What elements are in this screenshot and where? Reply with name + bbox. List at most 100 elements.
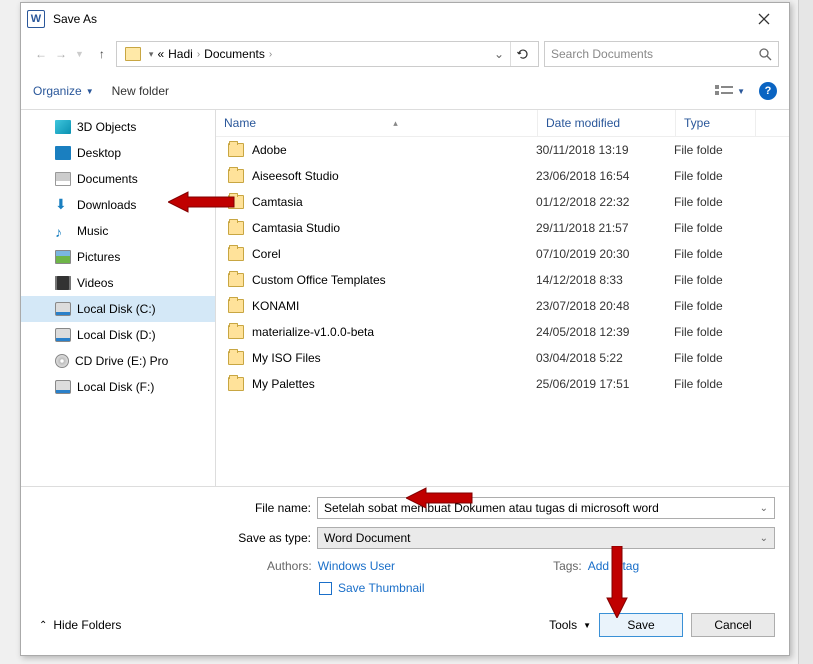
cell-name: Aiseesoft Studio bbox=[252, 169, 536, 183]
savetype-select[interactable]: Word Document ⌄ bbox=[317, 527, 775, 549]
column-header-type[interactable]: Type bbox=[676, 110, 756, 136]
close-button[interactable] bbox=[745, 5, 783, 33]
cell-type: File folde bbox=[674, 377, 754, 391]
new-folder-button[interactable]: New folder bbox=[112, 84, 169, 98]
breadcrumb: « Hadi › Documents › bbox=[157, 47, 487, 61]
authors-label: Authors: bbox=[267, 559, 312, 573]
chevron-down-icon[interactable]: ⌄ bbox=[760, 503, 768, 514]
authors-value[interactable]: Windows User bbox=[318, 559, 395, 573]
sidebar-item[interactable]: CD Drive (E:) Pro bbox=[21, 348, 215, 374]
cell-name: Adobe bbox=[252, 143, 536, 157]
folder-icon bbox=[228, 143, 244, 157]
sidebar-item[interactable]: Downloads bbox=[21, 192, 215, 218]
breadcrumb-bar[interactable]: ▾ « Hadi › Documents › ⌄ bbox=[116, 41, 539, 67]
crumb-documents[interactable]: Documents bbox=[204, 47, 265, 61]
cell-type: File folde bbox=[674, 221, 754, 235]
sidebar-item[interactable]: Videos bbox=[21, 270, 215, 296]
back-button[interactable]: ← bbox=[35, 47, 47, 61]
sidebar-item[interactable]: Music bbox=[21, 218, 215, 244]
table-row[interactable]: My Palettes25/06/2019 17:51File folde bbox=[216, 371, 789, 397]
column-header-date[interactable]: Date modified bbox=[538, 110, 676, 136]
table-row[interactable]: Custom Office Templates14/12/2018 8:33Fi… bbox=[216, 267, 789, 293]
cell-type: File folde bbox=[674, 247, 754, 261]
search-input[interactable]: Search Documents bbox=[544, 41, 779, 67]
cell-type: File folde bbox=[674, 351, 754, 365]
up-button[interactable]: ↑ bbox=[93, 47, 111, 61]
save-as-dialog: W Save As ← → ▼ ↑ ▾ « Hadi › Documents ›… bbox=[20, 2, 790, 656]
folder-icon bbox=[228, 169, 244, 183]
hide-folders-toggle[interactable]: ⌃ Hide Folders bbox=[39, 618, 121, 632]
dialog-title: Save As bbox=[53, 12, 745, 26]
filename-label: File name: bbox=[35, 501, 317, 515]
tools-menu[interactable]: Tools ▼ bbox=[549, 618, 591, 632]
cell-date: 01/12/2018 22:32 bbox=[536, 195, 674, 209]
tags-value[interactable]: Add a tag bbox=[588, 559, 639, 573]
table-row[interactable]: Camtasia01/12/2018 22:32File folde bbox=[216, 189, 789, 215]
cell-date: 25/06/2019 17:51 bbox=[536, 377, 674, 391]
view-mode-button[interactable]: ▼ bbox=[711, 83, 749, 99]
path-dropdown[interactable]: ⌄ bbox=[488, 47, 510, 61]
ico-disk-icon bbox=[55, 328, 71, 342]
sidebar-item[interactable]: Desktop bbox=[21, 140, 215, 166]
save-thumbnail-label[interactable]: Save Thumbnail bbox=[338, 581, 425, 595]
file-list[interactable]: Name ▴ Date modified Type Adobe30/11/201… bbox=[216, 110, 789, 486]
table-row[interactable]: Aiseesoft Studio23/06/2018 16:54File fol… bbox=[216, 163, 789, 189]
filename-input[interactable]: Setelah sobat membuat Dokumen atau tugas… bbox=[317, 497, 775, 519]
help-button[interactable]: ? bbox=[759, 82, 777, 100]
table-row[interactable]: materialize-v1.0.0-beta24/05/2018 12:39F… bbox=[216, 319, 789, 345]
cell-date: 24/05/2018 12:39 bbox=[536, 325, 674, 339]
sidebar-item-label: Local Disk (C:) bbox=[77, 302, 156, 316]
chevron-down-icon: ▼ bbox=[86, 87, 94, 96]
folder-icon bbox=[228, 351, 244, 365]
save-button[interactable]: Save bbox=[599, 613, 683, 637]
chevron-down-icon: ▼ bbox=[737, 87, 745, 96]
crumb-hadi[interactable]: Hadi bbox=[168, 47, 193, 61]
cell-date: 30/11/2018 13:19 bbox=[536, 143, 674, 157]
toolbar: Organize ▼ New folder ▼ ? bbox=[21, 73, 789, 109]
save-thumbnail-checkbox[interactable] bbox=[319, 582, 332, 595]
ico-vid-icon bbox=[55, 276, 71, 290]
search-placeholder: Search Documents bbox=[551, 47, 759, 61]
table-row[interactable]: My ISO Files03/04/2018 5:22File folde bbox=[216, 345, 789, 371]
table-row[interactable]: Camtasia Studio29/11/2018 21:57File fold… bbox=[216, 215, 789, 241]
chevron-down-icon: ▼ bbox=[583, 621, 591, 630]
sidebar-item-label: Downloads bbox=[77, 198, 136, 212]
ico-disk-icon bbox=[55, 302, 71, 316]
ico-desktop-icon bbox=[55, 146, 71, 160]
sidebar-item-label: Local Disk (D:) bbox=[77, 328, 156, 342]
ico-doc-icon bbox=[55, 172, 71, 186]
table-row[interactable]: KONAMI23/07/2018 20:48File folde bbox=[216, 293, 789, 319]
table-row[interactable]: Adobe30/11/2018 13:19File folde bbox=[216, 137, 789, 163]
sidebar-item-label: Videos bbox=[77, 276, 113, 290]
chevron-up-icon: ⌃ bbox=[39, 620, 47, 631]
sidebar-item[interactable]: Local Disk (F:) bbox=[21, 374, 215, 400]
chevron-down-icon[interactable]: ⌄ bbox=[760, 533, 768, 544]
sidebar-tree[interactable]: 3D Objects Desktop Documents Downloads Music… bbox=[21, 110, 216, 486]
list-header[interactable]: Name ▴ Date modified Type bbox=[216, 110, 789, 137]
sidebar-item-label: Pictures bbox=[77, 250, 120, 264]
sidebar-item[interactable]: Pictures bbox=[21, 244, 215, 270]
sidebar-item[interactable]: Local Disk (D:) bbox=[21, 322, 215, 348]
nav-bar: ← → ▼ ↑ ▾ « Hadi › Documents › ⌄ Search … bbox=[21, 35, 789, 73]
titlebar: W Save As bbox=[21, 3, 789, 35]
sidebar-item[interactable]: Local Disk (C:) bbox=[21, 296, 215, 322]
folder-icon bbox=[125, 47, 141, 61]
refresh-icon bbox=[516, 47, 530, 61]
organize-menu[interactable]: Organize ▼ bbox=[33, 84, 94, 98]
crumb-prefix: « bbox=[157, 47, 164, 61]
sidebar-item[interactable]: Documents bbox=[21, 166, 215, 192]
sidebar-item[interactable]: 3D Objects bbox=[21, 114, 215, 140]
folder-icon bbox=[228, 273, 244, 287]
refresh-button[interactable] bbox=[510, 42, 534, 66]
cancel-button[interactable]: Cancel bbox=[691, 613, 775, 637]
forward-button[interactable]: → bbox=[55, 47, 67, 61]
cell-date: 29/11/2018 21:57 bbox=[536, 221, 674, 235]
cell-date: 23/07/2018 20:48 bbox=[536, 299, 674, 313]
sidebar-item-label: 3D Objects bbox=[77, 120, 136, 134]
cell-type: File folde bbox=[674, 325, 754, 339]
history-dropdown[interactable]: ▼ bbox=[75, 49, 84, 59]
sidebar-item-label: Documents bbox=[77, 172, 138, 186]
column-header-name[interactable]: Name ▴ bbox=[216, 110, 538, 136]
table-row[interactable]: Corel07/10/2019 20:30File folde bbox=[216, 241, 789, 267]
folder-icon bbox=[228, 299, 244, 313]
